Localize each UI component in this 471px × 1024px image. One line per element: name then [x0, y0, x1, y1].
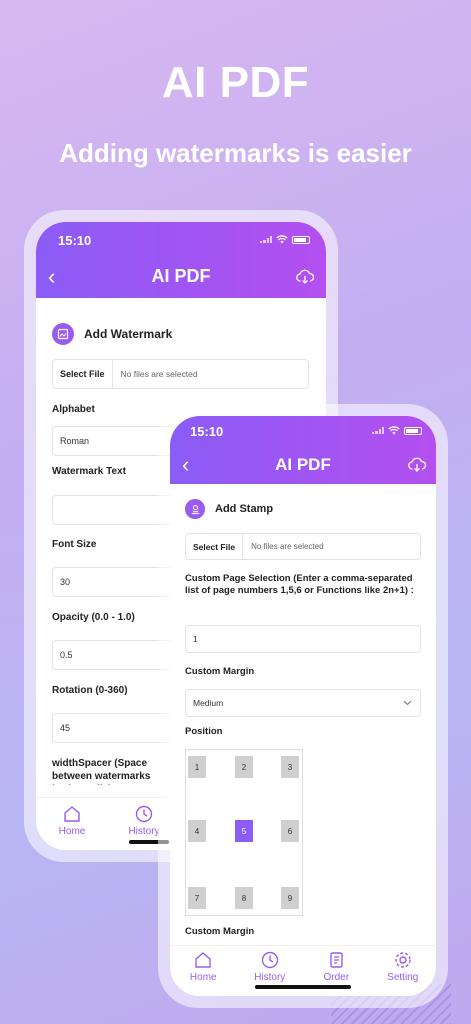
status-icons: [372, 426, 422, 435]
section-title: Add Watermark: [84, 327, 173, 341]
cloud-download-icon[interactable]: [408, 457, 426, 473]
tab-home[interactable]: Home: [170, 950, 237, 996]
status-time: 15:10: [190, 424, 224, 439]
chevron-down-icon: [403, 700, 412, 706]
app-header: 15:10 ‹ AI PDF: [170, 416, 436, 484]
gear-icon: [395, 952, 411, 968]
field-label-width-spacer: widthSpacer (Space between watermarks ho…: [52, 758, 151, 785]
history-icon: [261, 951, 278, 969]
position-cell-9[interactable]: 9: [281, 887, 299, 909]
tab-home[interactable]: Home: [36, 804, 108, 850]
tab-label: Setting: [387, 972, 419, 983]
status-icons: [260, 235, 310, 244]
field-label-custom-margin: Custom Margin: [185, 666, 255, 677]
field-label-page-selection: Custom Page Selection (Enter a comma-sep…: [185, 573, 414, 596]
field-label-watermark-text: Watermark Text: [52, 466, 126, 477]
tab-label: Order: [323, 972, 350, 983]
tab-label: Home: [58, 826, 86, 837]
position-cell-3[interactable]: 3: [281, 756, 299, 778]
hero-subtitle: Adding watermarks is easier: [59, 138, 412, 168]
position-grid: 1 2 3 4 5 6 7 8 9: [185, 749, 303, 916]
field-label-position: Position: [185, 726, 223, 737]
home-icon: [64, 806, 80, 822]
history-icon: [135, 805, 153, 823]
select-file-button[interactable]: Select File: [53, 360, 113, 388]
tab-setting[interactable]: Setting: [370, 950, 437, 996]
watermark-icon: [52, 323, 74, 345]
tab-label: Home: [189, 972, 217, 983]
signal-icon: [260, 236, 272, 243]
position-cell-1[interactable]: 1: [188, 756, 206, 778]
field-label-custom-margin-2: Custom Margin: [185, 926, 255, 937]
file-status: No files are selected: [120, 369, 198, 379]
battery-icon: [292, 235, 310, 244]
tab-label: History: [128, 826, 160, 837]
file-picker[interactable]: Select File No files are selected: [185, 533, 421, 560]
order-icon: [330, 952, 343, 968]
position-cell-7[interactable]: 7: [188, 887, 206, 909]
section-title: Add Stamp: [215, 503, 274, 515]
field-label-opacity: Opacity (0.0 - 1.0): [52, 612, 135, 623]
app-header: 15:10 ‹ AI PDF: [36, 222, 326, 298]
field-label-rotation: Rotation (0-360): [52, 685, 128, 696]
position-cell-8[interactable]: 8: [235, 887, 253, 909]
file-status: No files are selected: [251, 542, 324, 551]
position-cell-4[interactable]: 4: [188, 820, 206, 842]
file-picker[interactable]: Select File No files are selected: [52, 359, 309, 389]
section-header: Add Watermark: [52, 323, 172, 345]
battery-icon: [404, 426, 422, 435]
phone-screen-stamp: 15:10 ‹ AI PDF Add Stamp Select File No …: [170, 416, 436, 996]
position-cell-5-selected[interactable]: 5: [235, 820, 253, 842]
home-indicator: [255, 985, 351, 989]
field-label-font-size: Font Size: [52, 539, 97, 550]
position-cell-6[interactable]: 6: [281, 820, 299, 842]
wifi-icon: [388, 426, 400, 435]
app-title: AI PDF: [275, 455, 331, 474]
select-file-button[interactable]: Select File: [186, 534, 244, 559]
hero-title: AI PDF: [161, 58, 310, 107]
signal-icon: [372, 427, 384, 434]
field-label-alphabet: Alphabet: [52, 404, 95, 415]
custom-margin-select[interactable]: Medium: [185, 689, 421, 717]
home-icon: [195, 952, 211, 968]
position-cell-2[interactable]: 2: [235, 756, 253, 778]
custom-margin-value: Medium: [193, 698, 224, 708]
section-header: Add Stamp: [185, 499, 273, 519]
cloud-download-icon[interactable]: [296, 269, 314, 285]
tab-label: History: [254, 972, 286, 983]
page-selection-input[interactable]: 1: [185, 625, 421, 653]
tab-history[interactable]: History: [237, 950, 304, 996]
wifi-icon: [276, 235, 288, 244]
status-time: 15:10: [58, 233, 92, 248]
app-title: AI PDF: [151, 266, 211, 286]
stamp-icon: [185, 499, 205, 519]
tab-order[interactable]: Order: [303, 950, 370, 996]
